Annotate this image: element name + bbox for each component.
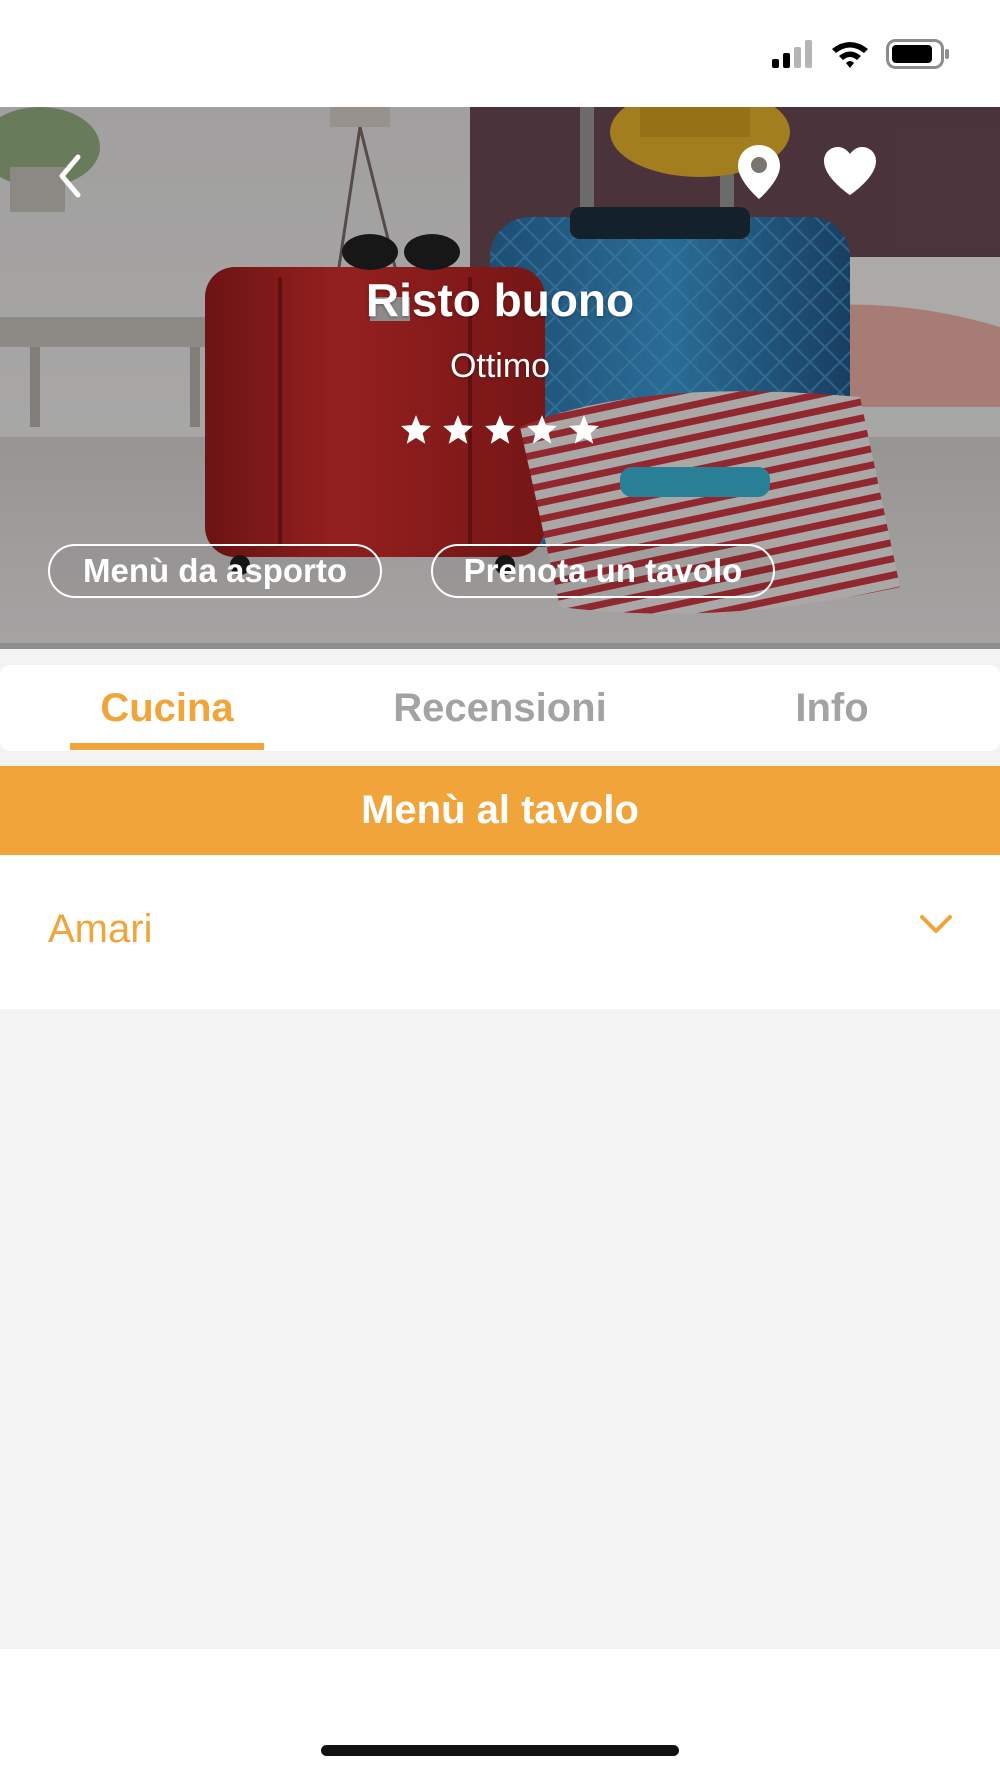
book-table-button[interactable]: Prenota un tavolo: [431, 544, 775, 598]
menu-section-header: Menù al tavolo: [0, 766, 1000, 855]
battery-icon: [886, 39, 949, 69]
star-icon: [443, 415, 473, 444]
star-icon: [485, 415, 515, 444]
rating-stars: [0, 413, 1000, 447]
category-label: Amari: [48, 907, 153, 951]
star-icon: [527, 415, 557, 444]
tab-info[interactable]: Info: [752, 665, 912, 751]
home-indicator: [321, 1745, 679, 1756]
status-bar: [0, 0, 1000, 107]
favorite-button[interactable]: [822, 145, 878, 197]
tab-cucina[interactable]: Cucina: [70, 665, 264, 751]
takeaway-menu-button[interactable]: Menù da asporto: [48, 544, 382, 598]
chevron-down-icon: [920, 915, 952, 933]
tab-bar: Cucina Recensioni Info: [0, 665, 1000, 751]
active-tab-indicator: [70, 743, 264, 750]
tab-recensioni[interactable]: Recensioni: [380, 665, 620, 751]
wifi-icon: [832, 42, 868, 68]
signal-icon: [772, 40, 812, 68]
back-button[interactable]: [48, 149, 94, 203]
map-pin-icon: [738, 145, 780, 199]
status-icons: [770, 36, 950, 72]
star-icon: [401, 415, 431, 444]
category-row-amari[interactable]: Amari: [0, 855, 1000, 1009]
rating-label: Ottimo: [449, 347, 551, 385]
bottom-safe-area: [0, 1649, 1000, 1778]
hero-banner: Risto buono Ottimo Menù da asporto Preno…: [0, 107, 1000, 649]
location-button[interactable]: [736, 143, 782, 201]
star-icon: [569, 415, 599, 444]
heart-icon: [824, 147, 876, 195]
restaurant-name: Risto buono: [365, 274, 635, 326]
chevron-left-icon: [59, 154, 81, 198]
